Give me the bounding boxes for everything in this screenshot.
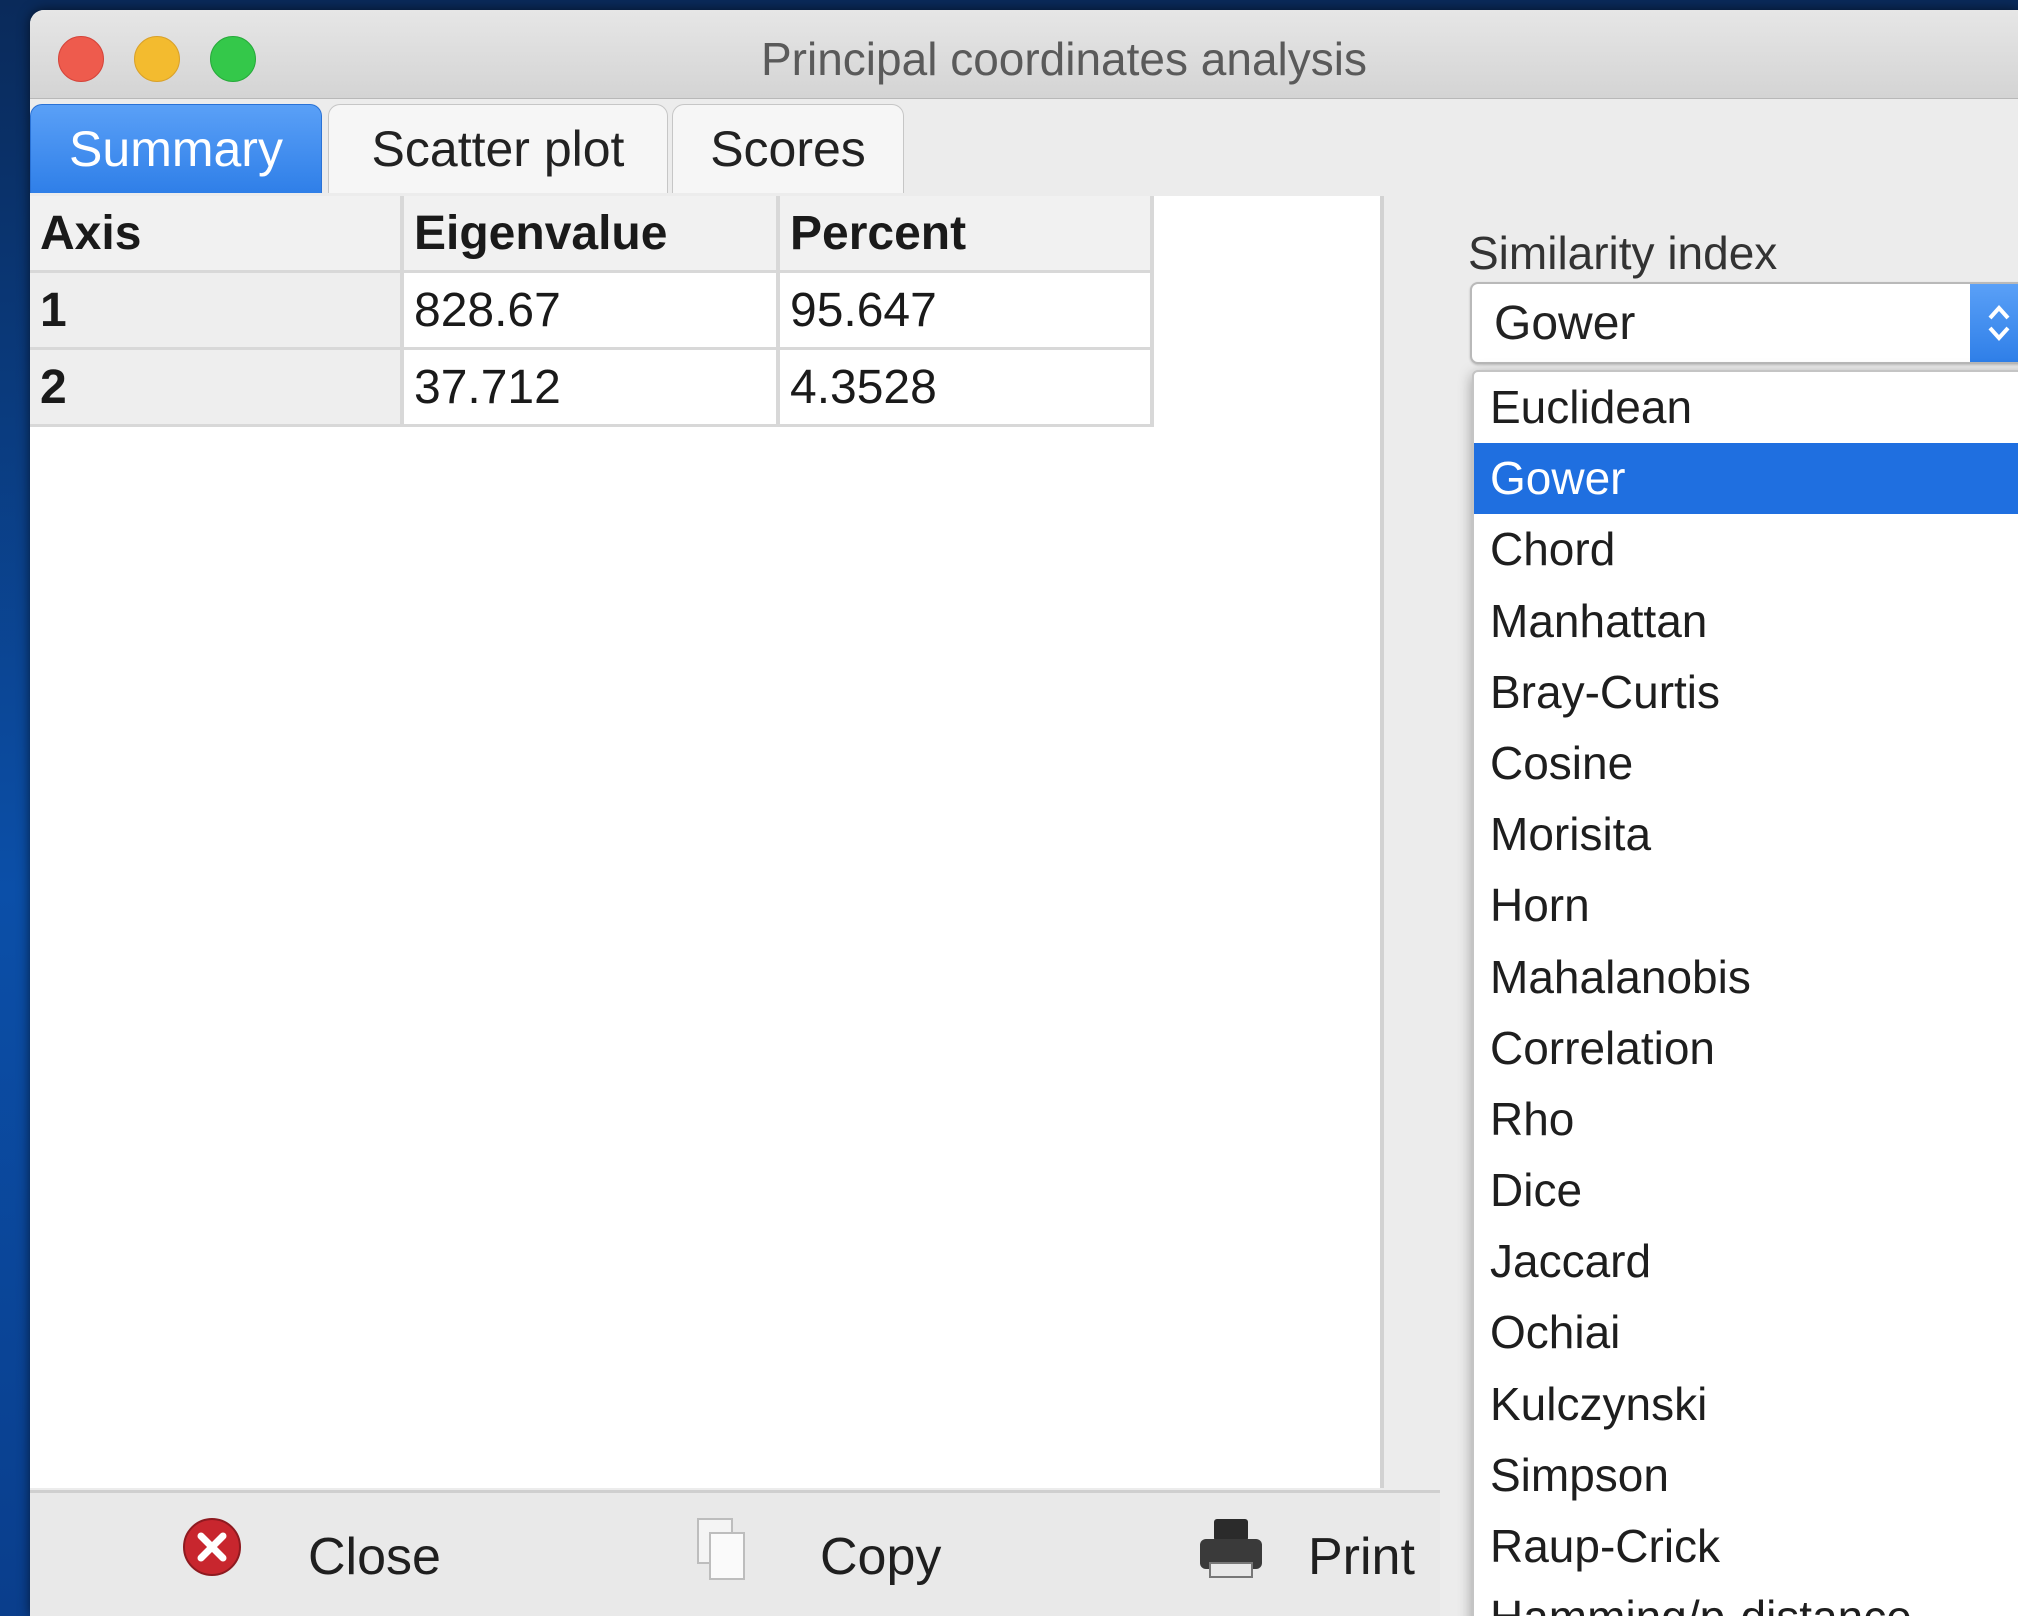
option-bray-curtis[interactable]: Bray-Curtis [1474,657,2018,728]
option-rho[interactable]: Rho [1474,1084,2018,1155]
option-morisita[interactable]: Morisita [1474,799,2018,870]
print-button-label: Print [1308,1528,1415,1586]
option-dice[interactable]: Dice [1474,1155,2018,1226]
option-jaccard[interactable]: Jaccard [1474,1226,2018,1297]
bottom-button-bar: Close Copy Print [30,1490,1440,1616]
header-percent: Percent [778,196,1154,273]
option-correlation[interactable]: Correlation [1474,1013,2018,1084]
tab-summary[interactable]: Summary [30,104,322,193]
copy-button[interactable]: Copy [690,1513,990,1599]
option-hamming-p-distance[interactable]: Hamming/p-distance [1474,1582,2018,1616]
option-cosine[interactable]: Cosine [1474,728,2018,799]
table-row: 2 37.712 4.3528 [30,348,1154,427]
close-button[interactable]: Close [180,1513,480,1599]
similarity-index-select[interactable]: Gower [1470,282,2018,364]
option-raup-crick[interactable]: Raup-Crick [1474,1511,2018,1582]
tab-scatter-plot[interactable]: Scatter plot [328,104,668,193]
header-axis: Axis [30,196,404,273]
print-button[interactable]: Print [1196,1513,1446,1599]
option-mahalanobis[interactable]: Mahalanobis [1474,942,2018,1013]
similarity-index-label: Similarity index [1468,227,1778,279]
copy-document-icon [690,1515,754,1580]
title-bar: Principal coordinates analysis [30,10,2018,99]
copy-button-label: Copy [820,1528,942,1586]
eigenvalue-cell: 37.712 [402,348,780,427]
similarity-dropdown-list: Euclidean Gower Chord Manhattan Bray-Cur… [1472,370,2018,1616]
option-horn[interactable]: Horn [1474,870,2018,941]
percent-cell: 95.647 [778,271,1154,350]
close-button-label: Close [308,1528,441,1586]
summary-panel: Axis Eigenvalue Percent 1 828.67 95.647 … [30,196,1384,1488]
option-ochiai[interactable]: Ochiai [1474,1297,2018,1368]
tab-scores[interactable]: Scores [672,104,904,193]
option-simpson[interactable]: Simpson [1474,1440,2018,1511]
tab-bar: Summary Scatter plot Scores [30,100,2018,196]
table-header-row: Axis Eigenvalue Percent [30,196,1154,273]
pcoa-window: Principal coordinates analysis Summary S… [30,10,2018,1616]
window-title: Principal coordinates analysis [761,33,1367,85]
select-value: Gower [1494,297,1636,350]
row-axis-cell: 2 [30,348,404,427]
options-panel: Similarity index Gower Euclidean Gower C… [1384,196,2018,1616]
option-manhattan[interactable]: Manhattan [1474,586,2018,657]
option-euclidean[interactable]: Euclidean [1474,372,2018,443]
eigenvalue-table: Axis Eigenvalue Percent 1 828.67 95.647 … [30,196,1154,427]
percent-cell: 4.3528 [778,348,1154,427]
close-circle-icon [180,1515,244,1579]
option-kulczynski[interactable]: Kulczynski [1474,1369,2018,1440]
chevron-updown-icon [1970,284,2018,362]
eigenvalue-cell: 828.67 [402,271,780,350]
option-gower[interactable]: Gower [1474,443,2018,515]
table-row: 1 828.67 95.647 [30,271,1154,350]
option-chord[interactable]: Chord [1474,514,2018,585]
row-axis-cell: 1 [30,271,404,350]
header-eigenvalue: Eigenvalue [402,196,780,273]
printer-icon [1196,1515,1262,1579]
